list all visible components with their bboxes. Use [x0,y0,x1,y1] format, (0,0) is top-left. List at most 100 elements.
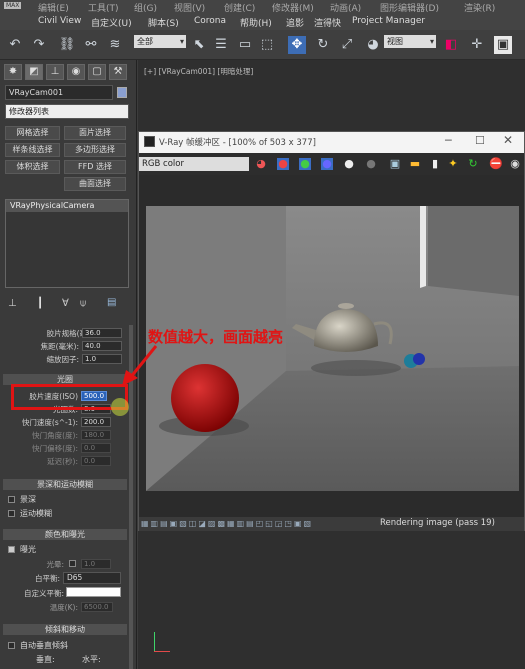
shutter-angle-spinner[interactable]: 180.0 [81,430,111,440]
menu-civil-view[interactable]: Civil View [38,16,81,26]
patch-select-button[interactable]: 面片选择 [64,126,126,140]
vignetting-spinner[interactable]: 1.0 [81,559,111,569]
ffd-select-button[interactable]: FFD 选择 [64,160,126,174]
remove-modifier-icon[interactable]: ⍦ [80,298,86,309]
stop-render-icon[interactable]: ⛔ [489,158,503,170]
pin-stack-icon[interactable]: ⊥ [8,298,17,309]
vignetting-checkbox[interactable] [69,560,76,567]
menu-scripting[interactable]: 脚本(S) [148,16,179,29]
menu-tools[interactable]: 工具(T) [88,1,119,14]
scale-icon[interactable]: ⤢ [338,36,356,54]
stack-item-vray-physical-camera[interactable]: VRayPhysicalCamera [6,200,128,212]
menu-animation[interactable]: 动画(A) [330,1,361,14]
motion-blur-checkbox[interactable] [8,510,15,517]
snap-icon[interactable]: ▣ [494,36,512,54]
region-select-icon[interactable]: ▭ [236,36,254,54]
menu-create[interactable]: 创建(C) [224,1,255,14]
select-manipulate-icon[interactable]: ✛ [468,36,486,54]
placement-icon[interactable]: ◕ [364,36,382,54]
menu-group[interactable]: 组(G) [134,1,157,14]
maximize-icon[interactable]: ☐ [475,134,485,147]
shutter-offset-spinner[interactable]: 0.0 [81,443,111,453]
select-by-name-icon[interactable]: ☰ [212,36,230,54]
create-tab-icon[interactable]: ✸ [4,64,22,80]
hierarchy-tab-icon[interactable]: ⊥ [46,64,64,80]
clear-image-icon[interactable]: ▮ [429,158,441,170]
rgb-channels-icon[interactable]: ◕ [255,158,267,170]
alpha-channel-icon[interactable]: ● [343,158,355,170]
minimize-icon[interactable]: ─ [445,134,452,147]
custom-balance-swatch[interactable] [66,587,121,597]
menu-help[interactable]: 帮助(H) [240,16,272,29]
white-balance-dropdown[interactable]: D65 [63,572,121,584]
render-icon[interactable]: ◉ [509,158,521,170]
menu-graph-editors[interactable]: 图形编辑器(D) [380,1,439,14]
focal-length-spinner[interactable]: 40.0 [82,341,122,351]
menu-customize[interactable]: 自定义(U) [91,16,132,29]
make-unique-icon[interactable]: ∀ [62,298,69,309]
undo-icon[interactable]: ↶ [6,36,24,54]
vfb-status-icons[interactable]: ▦▥▤▣▧◫◪▨▩▦▥▤◰◱◲◳▣▧ [141,519,375,529]
spline-select-button[interactable]: 样条线选择 [5,143,60,157]
film-gate-spinner[interactable]: 36.0 [82,328,122,338]
menu-xuandekuai[interactable]: 渲得快 [314,16,341,29]
menu-corona[interactable]: Corona [194,16,226,26]
menu-view[interactable]: 视图(V) [174,1,205,14]
selection-filter-dropdown[interactable]: 全部 [134,35,186,48]
window-crossing-icon[interactable]: ⬚ [258,36,276,54]
object-color-swatch[interactable] [117,87,127,98]
temperature-spinner[interactable]: 6500.0 [81,602,113,612]
menu-project-manager[interactable]: Project Manager [352,16,425,26]
surface-select-button[interactable]: 曲面选择 [64,177,126,191]
track-mouse-icon[interactable]: ✦ [447,158,459,170]
latency-spinner[interactable]: 0.0 [81,456,111,466]
menu-rendering[interactable]: 渲染(R) [464,1,495,14]
menu-modifiers[interactable]: 修改器(M) [272,1,314,14]
menu-zhuiying[interactable]: 追影 [286,16,304,29]
modify-tab-icon[interactable]: ◩ [25,64,43,80]
rotate-icon[interactable]: ↻ [314,36,332,54]
zoom-factor-label: 缩放因子: [46,355,79,364]
poly-select-button[interactable]: 多边形选择 [64,143,126,157]
move-icon[interactable]: ✥ [288,36,306,54]
region-render-icon[interactable]: ↻ [467,158,479,170]
red-channel-icon[interactable]: ● [277,158,289,170]
redo-icon[interactable]: ↷ [30,36,48,54]
menu-edit[interactable]: 编辑(E) [38,1,69,14]
pivot-icon[interactable]: ◧ [442,36,460,54]
color-exposure-rollout[interactable]: 颜色和曝光 [3,529,127,540]
mono-channel-icon[interactable]: ● [365,158,377,170]
shutter-speed-spinner[interactable]: 200.0 [81,417,111,427]
dof-motion-blur-rollout[interactable]: 景深和运动模糊 [3,479,127,490]
object-name-field[interactable]: VRayCam001 [5,85,113,100]
select-object-icon[interactable]: ⬉ [190,36,208,54]
horizontal-tilt-label: 水平: [82,655,101,664]
configure-modifier-sets-icon[interactable]: ▤ [107,297,116,308]
temperature-label: 温度(K): [49,603,78,612]
exposure-checkbox[interactable] [8,546,15,553]
vignetting-label: 光晕: [46,560,64,569]
utilities-tab-icon[interactable]: ⚒ [109,64,127,80]
auto-vertical-tilt-checkbox[interactable] [8,642,15,649]
modifier-list-dropdown[interactable]: 修改器列表 [5,104,129,119]
tilt-shift-rollout[interactable]: 倾斜和移动 [3,624,127,635]
max-logo[interactable]: MAX [4,2,22,9]
bind-spacewarp-icon[interactable]: ≋ [106,36,124,54]
link-icon[interactable]: ⛓ [58,36,76,54]
blue-channel-icon[interactable]: ● [321,158,333,170]
reference-coordinate-dropdown[interactable]: 视图 [384,35,436,48]
volume-select-button[interactable]: 体积选择 [5,160,60,174]
load-image-icon[interactable]: ▬ [409,158,421,170]
dof-checkbox[interactable] [8,496,15,503]
zoom-factor-spinner[interactable]: 1.0 [82,354,122,364]
save-image-icon[interactable]: ▣ [389,158,401,170]
channel-dropdown[interactable]: RGB color [139,157,249,171]
close-icon[interactable]: ✕ [503,133,513,147]
green-channel-icon[interactable]: ● [299,158,311,170]
motion-tab-icon[interactable]: ◉ [67,64,85,80]
display-tab-icon[interactable]: ▢ [88,64,106,80]
mesh-select-button[interactable]: 网格选择 [5,126,60,140]
viewport-label[interactable]: [+] [VRayCam001] [明暗处理] [144,66,253,77]
show-end-result-icon[interactable]: ┃ [37,298,43,309]
unlink-icon[interactable]: ⚯ [82,36,100,54]
